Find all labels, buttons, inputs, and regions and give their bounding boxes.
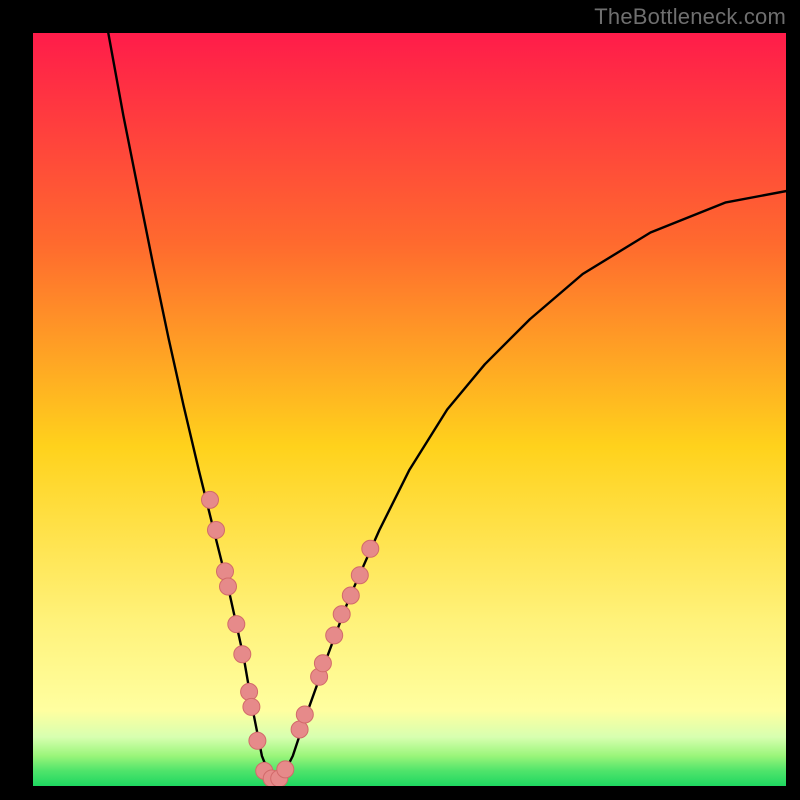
curve-marker xyxy=(296,706,313,723)
outer-frame: TheBottleneck.com xyxy=(0,0,800,800)
brand-watermark: TheBottleneck.com xyxy=(594,4,786,30)
bottleneck-curve xyxy=(108,33,786,779)
curve-marker xyxy=(342,587,359,604)
curve-marker xyxy=(249,732,266,749)
curve-marker xyxy=(228,616,245,633)
curve-marker xyxy=(243,698,260,715)
chart-canvas xyxy=(33,33,786,786)
curve-marker xyxy=(333,606,350,623)
curve-marker xyxy=(234,646,251,663)
marker-group xyxy=(202,491,379,786)
curve-marker xyxy=(314,655,331,672)
curve-marker xyxy=(202,491,219,508)
curve-marker xyxy=(241,683,258,700)
curve-marker xyxy=(217,563,234,580)
curve-marker xyxy=(277,761,294,778)
curve-marker xyxy=(351,567,368,584)
curve-marker xyxy=(362,540,379,557)
curve-marker xyxy=(291,721,308,738)
curve-marker xyxy=(326,627,343,644)
plot-area xyxy=(33,33,786,786)
curve-marker xyxy=(220,578,237,595)
curve-marker xyxy=(208,522,225,539)
